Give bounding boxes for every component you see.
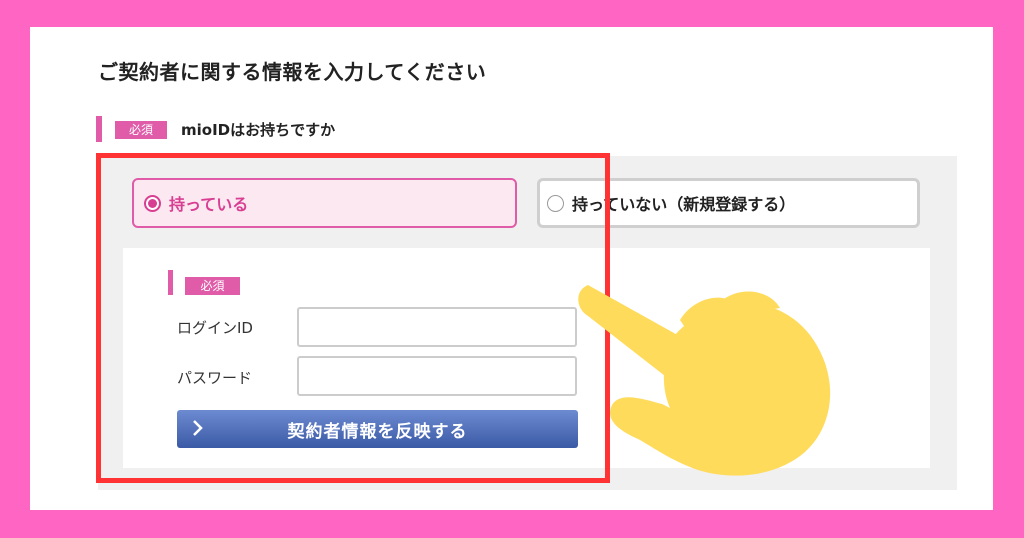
page-title: ご契約者に関する情報を入力してください: [98, 60, 487, 84]
required-badge: 必須: [115, 121, 167, 139]
question-label: mioIDはお持ちですか: [181, 121, 336, 139]
highlight-box: [96, 153, 610, 483]
question-accent-bar: [96, 116, 102, 142]
pointing-hand-icon: [578, 285, 831, 476]
